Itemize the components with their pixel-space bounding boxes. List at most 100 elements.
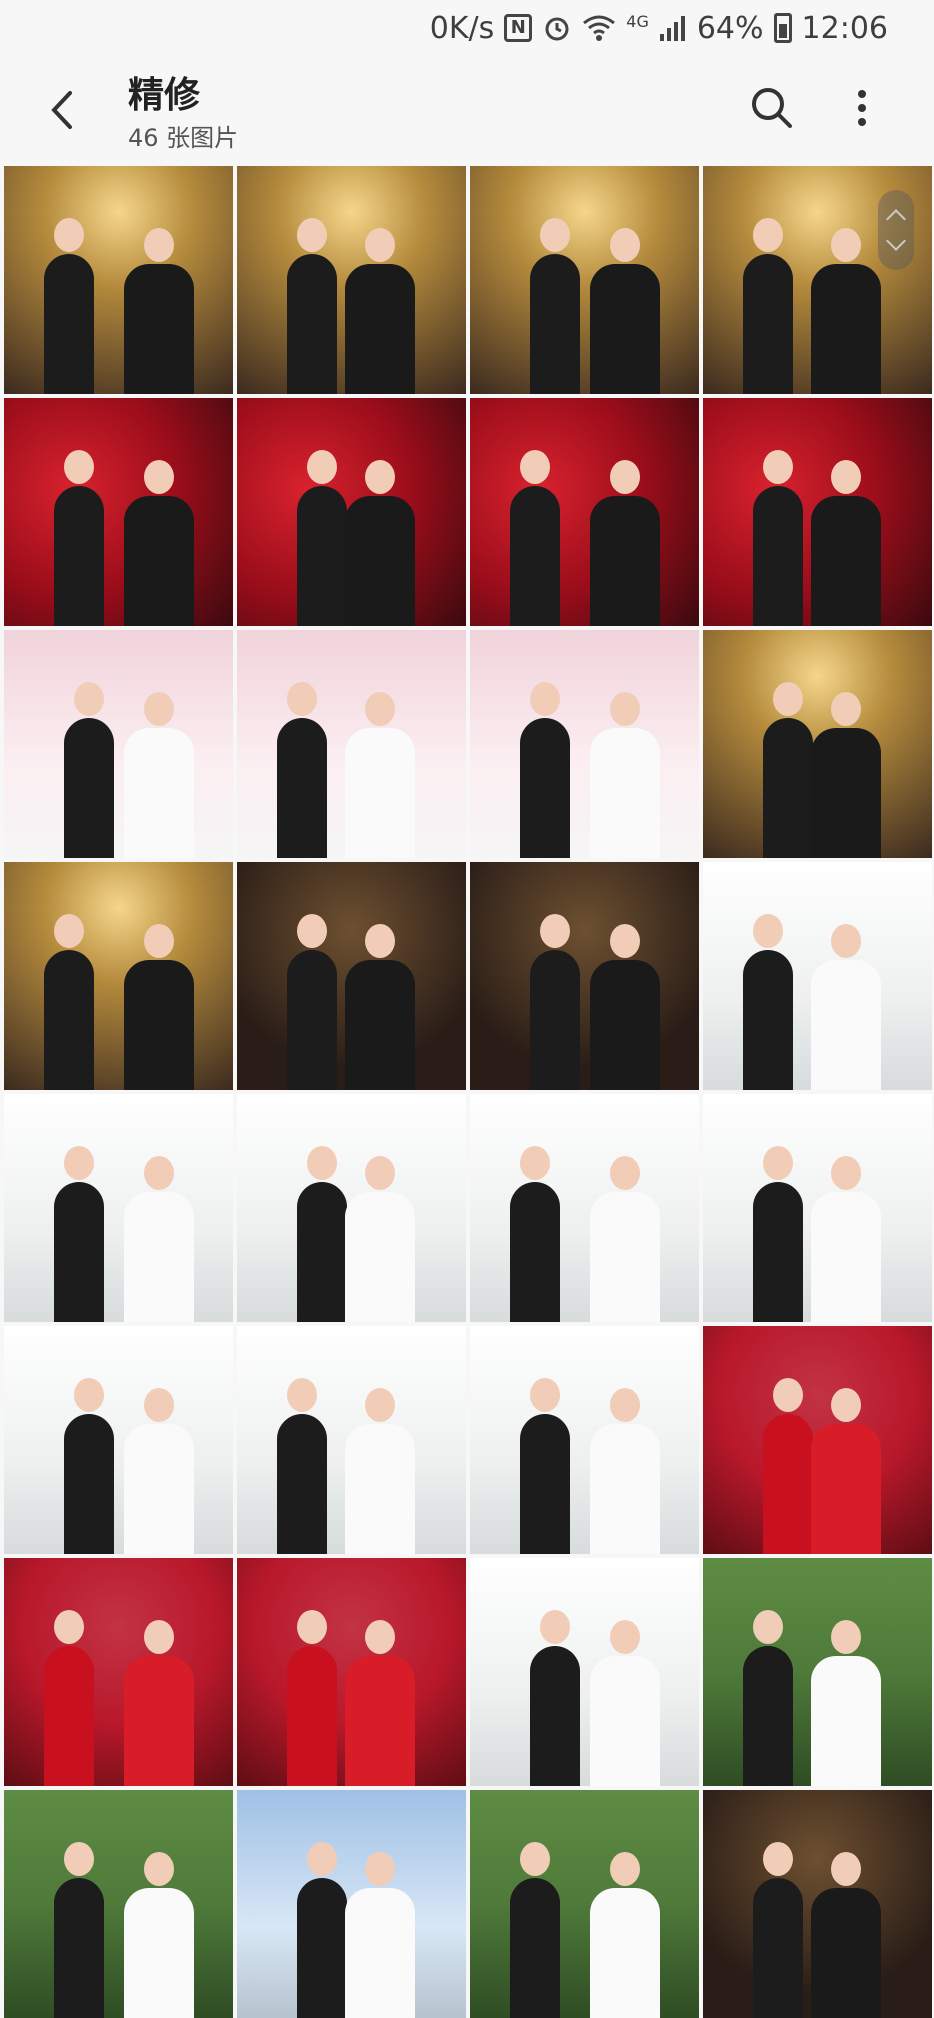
back-button[interactable] xyxy=(44,86,80,134)
person-face xyxy=(773,682,803,716)
person-face xyxy=(365,460,395,494)
person-face xyxy=(753,1610,783,1644)
person-face xyxy=(831,1852,861,1886)
person-face xyxy=(64,1842,94,1876)
photo-thumbnail[interactable] xyxy=(237,398,466,626)
photo-thumbnail[interactable] xyxy=(470,398,699,626)
person-silhouette xyxy=(297,1878,347,2018)
person-silhouette xyxy=(530,1646,580,1786)
person-silhouette xyxy=(54,1878,104,2018)
person-silhouette xyxy=(287,950,337,1090)
person-face xyxy=(74,1378,104,1412)
photo-count: 46 张图片 xyxy=(128,124,239,152)
photo-thumbnail[interactable] xyxy=(470,166,699,394)
person-silhouette xyxy=(811,1888,881,2018)
photo-thumbnail[interactable] xyxy=(4,1558,233,1786)
photo-thumbnail[interactable] xyxy=(470,1094,699,1322)
person-face xyxy=(520,1842,550,1876)
person-face xyxy=(763,450,793,484)
photo-thumbnail[interactable] xyxy=(237,1790,466,2018)
person-silhouette xyxy=(520,718,570,858)
person-silhouette xyxy=(297,1182,347,1322)
person-face xyxy=(365,1620,395,1654)
person-silhouette xyxy=(590,960,660,1090)
person-face xyxy=(773,1378,803,1412)
person-silhouette xyxy=(124,1192,194,1322)
person-silhouette xyxy=(811,1192,881,1322)
photo-thumbnail[interactable] xyxy=(470,1558,699,1786)
photo-thumbnail[interactable] xyxy=(4,630,233,858)
photo-thumbnail[interactable] xyxy=(703,630,932,858)
photo-thumbnail[interactable] xyxy=(4,166,233,394)
person-silhouette xyxy=(590,728,660,858)
photo-thumbnail[interactable] xyxy=(237,1326,466,1554)
person-silhouette xyxy=(590,264,660,394)
more-options-button[interactable] xyxy=(848,84,876,132)
person-silhouette xyxy=(64,1414,114,1554)
person-silhouette xyxy=(124,496,194,626)
photo-thumbnail[interactable] xyxy=(703,398,932,626)
person-face xyxy=(144,460,174,494)
photo-thumbnail[interactable] xyxy=(237,1094,466,1322)
search-button[interactable] xyxy=(748,84,796,132)
nfc-icon: N xyxy=(504,14,533,42)
person-silhouette xyxy=(753,486,803,626)
photo-thumbnail[interactable] xyxy=(470,862,699,1090)
person-face xyxy=(520,450,550,484)
photo-thumbnail[interactable] xyxy=(237,1558,466,1786)
signal-icon xyxy=(659,14,687,42)
person-silhouette xyxy=(54,486,104,626)
person-silhouette xyxy=(124,728,194,858)
person-face xyxy=(307,1146,337,1180)
person-face xyxy=(144,1852,174,1886)
network-type: 4G xyxy=(626,11,649,31)
photo-thumbnail[interactable] xyxy=(237,862,466,1090)
photo-thumbnail[interactable] xyxy=(470,1326,699,1554)
person-silhouette xyxy=(590,1424,660,1554)
photo-thumbnail[interactable] xyxy=(470,630,699,858)
person-silhouette xyxy=(277,718,327,858)
person-face xyxy=(74,682,104,716)
photo-thumbnail[interactable] xyxy=(4,1326,233,1554)
person-face xyxy=(144,924,174,958)
photo-thumbnail[interactable] xyxy=(703,1558,932,1786)
photo-thumbnail[interactable] xyxy=(703,862,932,1090)
person-face xyxy=(763,1842,793,1876)
person-face xyxy=(831,924,861,958)
photo-thumbnail[interactable] xyxy=(703,1326,932,1554)
photo-thumbnail[interactable] xyxy=(4,1094,233,1322)
person-face xyxy=(307,450,337,484)
person-silhouette xyxy=(124,1424,194,1554)
photo-thumbnail[interactable] xyxy=(703,1094,932,1322)
person-silhouette xyxy=(345,1656,415,1786)
person-silhouette xyxy=(345,496,415,626)
person-face xyxy=(54,914,84,948)
person-face xyxy=(297,914,327,948)
person-face xyxy=(365,1852,395,1886)
person-silhouette xyxy=(520,1414,570,1554)
photo-thumbnail[interactable] xyxy=(237,630,466,858)
photo-thumbnail[interactable] xyxy=(703,1790,932,2018)
photo-thumbnail[interactable] xyxy=(470,1790,699,2018)
person-face xyxy=(540,1610,570,1644)
person-silhouette xyxy=(530,950,580,1090)
person-silhouette xyxy=(64,718,114,858)
person-silhouette xyxy=(811,1424,881,1554)
photo-thumbnail[interactable] xyxy=(4,398,233,626)
person-silhouette xyxy=(811,496,881,626)
alarm-icon xyxy=(542,13,572,43)
person-silhouette xyxy=(811,264,881,394)
photo-thumbnail[interactable] xyxy=(4,1790,233,2018)
person-silhouette xyxy=(124,264,194,394)
photo-thumbnail[interactable] xyxy=(237,166,466,394)
person-face xyxy=(540,218,570,252)
photo-thumbnail[interactable] xyxy=(4,862,233,1090)
person-face xyxy=(763,1146,793,1180)
app-header: 精修 46 张图片 xyxy=(0,56,934,164)
fast-scroll-handle[interactable] xyxy=(878,190,914,270)
person-face xyxy=(54,218,84,252)
person-face xyxy=(610,1620,640,1654)
person-silhouette xyxy=(345,1424,415,1554)
person-face xyxy=(610,228,640,262)
person-face xyxy=(610,1156,640,1190)
